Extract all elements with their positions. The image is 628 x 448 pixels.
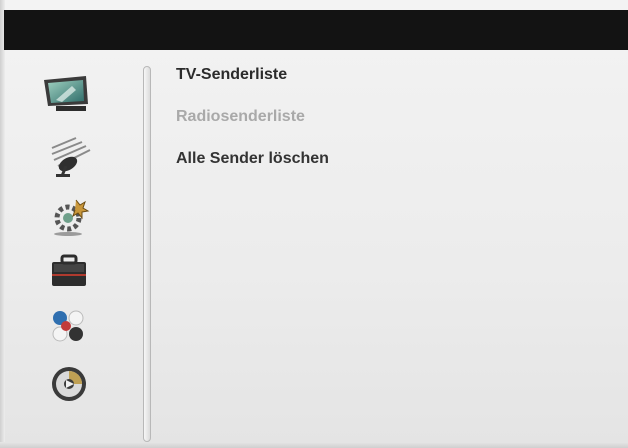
sidebar bbox=[22, 70, 132, 430]
menu-item-tv-list[interactable]: TV-Senderliste bbox=[176, 62, 329, 104]
tv-icon[interactable] bbox=[42, 72, 98, 116]
satellite-dish-icon[interactable] bbox=[42, 134, 98, 178]
toolbox-icon[interactable] bbox=[42, 250, 98, 294]
settings-gear-icon[interactable] bbox=[42, 194, 98, 238]
screen-bezel-left bbox=[0, 0, 5, 448]
screen-bezel-bottom bbox=[0, 442, 628, 448]
channel-menu: TV-Senderliste Radiosenderliste Alle Sen… bbox=[176, 62, 329, 188]
osd-screen: TV-Senderliste Radiosenderliste Alle Sen… bbox=[0, 0, 628, 448]
games-balls-icon[interactable] bbox=[42, 304, 98, 348]
menu-scrollbar[interactable] bbox=[143, 66, 151, 442]
menu-item-radio-list[interactable]: Radiosenderliste bbox=[176, 104, 329, 146]
title-bar bbox=[4, 10, 628, 50]
menu-item-delete-all[interactable]: Alle Sender löschen bbox=[176, 146, 329, 188]
media-disc-icon[interactable] bbox=[42, 362, 98, 406]
